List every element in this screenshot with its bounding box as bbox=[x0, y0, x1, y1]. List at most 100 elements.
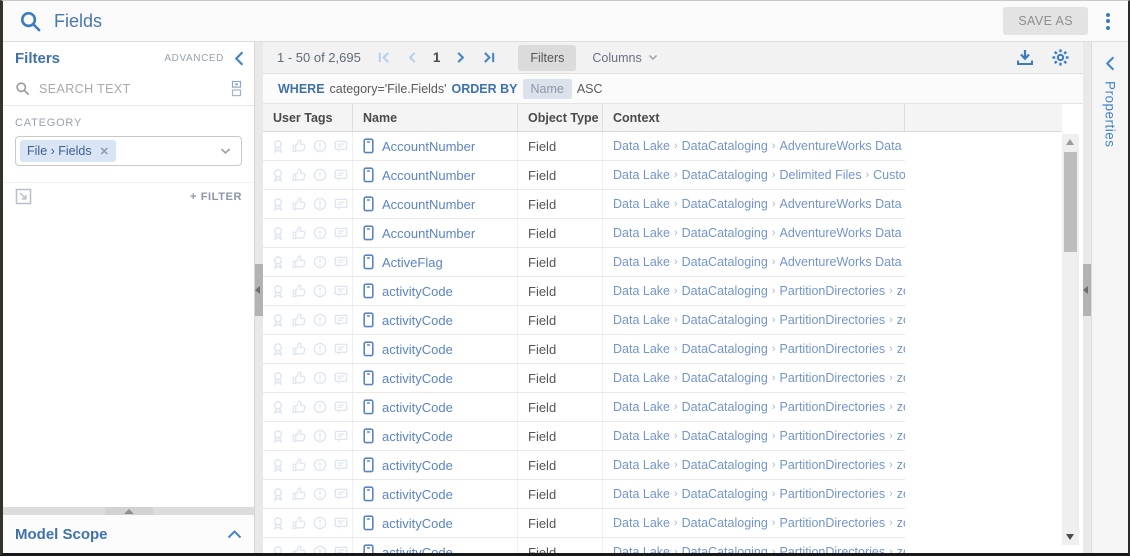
award-icon[interactable] bbox=[271, 313, 285, 327]
comment-icon[interactable] bbox=[334, 545, 348, 553]
table-row[interactable]: AccountNumber Field Data Lake›DataCatalo… bbox=[263, 190, 905, 219]
context-link[interactable]: Data Lake bbox=[613, 458, 670, 472]
context-link[interactable]: Data Lake bbox=[613, 342, 670, 356]
award-icon[interactable] bbox=[271, 342, 285, 356]
context-link[interactable]: Delimited Files bbox=[780, 168, 862, 182]
context-link[interactable]: zone2 bbox=[897, 342, 905, 356]
field-name-link[interactable]: activityCode bbox=[382, 284, 453, 299]
match-squares-icon[interactable] bbox=[231, 80, 242, 97]
context-link[interactable]: DataCataloging bbox=[682, 139, 768, 153]
comment-icon[interactable] bbox=[334, 487, 348, 501]
alert-circle-icon[interactable] bbox=[313, 255, 327, 269]
award-icon[interactable] bbox=[271, 400, 285, 414]
context-link[interactable]: PartitionDirectories bbox=[780, 545, 886, 553]
prev-page-icon[interactable] bbox=[407, 51, 417, 64]
thumbs-up-icon[interactable] bbox=[292, 487, 306, 501]
context-link[interactable]: PartitionDirectories bbox=[780, 371, 886, 385]
chevron-left-icon[interactable] bbox=[1105, 56, 1115, 71]
context-link[interactable]: Data Lake bbox=[613, 400, 670, 414]
table-row[interactable]: activityCode Field Data Lake›DataCatalog… bbox=[263, 480, 905, 509]
thumbs-up-icon[interactable] bbox=[292, 545, 306, 553]
context-link[interactable]: AdventureWorks Data Lake bbox=[780, 255, 906, 269]
comment-icon[interactable] bbox=[334, 458, 348, 472]
chevron-up-icon[interactable] bbox=[227, 530, 242, 539]
table-row[interactable]: activityCode Field Data Lake›DataCatalog… bbox=[263, 364, 905, 393]
context-link[interactable]: PartitionDirectories bbox=[780, 284, 886, 298]
add-filter-button[interactable]: + FILTER bbox=[190, 191, 242, 203]
context-link[interactable]: DataCataloging bbox=[682, 313, 768, 327]
comment-icon[interactable] bbox=[334, 429, 348, 443]
thumbs-up-icon[interactable] bbox=[292, 458, 306, 472]
award-icon[interactable] bbox=[271, 226, 285, 240]
advanced-link[interactable]: ADVANCED bbox=[164, 53, 224, 64]
table-row[interactable]: activityCode Field Data Lake›DataCatalog… bbox=[263, 306, 905, 335]
context-link[interactable]: Data Lake bbox=[613, 487, 670, 501]
context-link[interactable]: DataCataloging bbox=[682, 255, 768, 269]
table-row[interactable]: activityCode Field Data Lake›DataCatalog… bbox=[263, 277, 905, 306]
context-link[interactable]: AdventureWorks Data Lake bbox=[780, 139, 906, 153]
field-name-link[interactable]: AccountNumber bbox=[382, 139, 475, 154]
properties-rail[interactable]: Properties bbox=[1091, 42, 1128, 553]
context-link[interactable]: Data Lake bbox=[613, 371, 670, 385]
thumbs-up-icon[interactable] bbox=[292, 197, 306, 211]
context-link[interactable]: Data Lake bbox=[613, 139, 670, 153]
context-link[interactable]: zone2 bbox=[897, 458, 905, 472]
field-name-link[interactable]: activityCode bbox=[382, 342, 453, 357]
right-panel-resize-handle[interactable] bbox=[1083, 42, 1091, 553]
alert-circle-icon[interactable] bbox=[313, 371, 327, 385]
context-link[interactable]: DataCataloging bbox=[682, 226, 768, 240]
context-link[interactable]: DataCataloging bbox=[682, 545, 768, 553]
category-select[interactable]: File › Fields ✕ bbox=[15, 136, 242, 166]
properties-tab-label[interactable]: Properties bbox=[1103, 81, 1118, 148]
context-link[interactable]: zone2 bbox=[897, 545, 905, 553]
context-link[interactable]: DataCataloging bbox=[682, 197, 768, 211]
comment-icon[interactable] bbox=[334, 197, 348, 211]
alert-circle-icon[interactable] bbox=[313, 429, 327, 443]
context-link[interactable]: Data Lake bbox=[613, 226, 670, 240]
context-link[interactable]: DataCataloging bbox=[682, 168, 768, 182]
columns-dropdown[interactable]: Columns bbox=[592, 51, 657, 65]
context-link[interactable]: Data Lake bbox=[613, 313, 670, 327]
context-link[interactable]: PartitionDirectories bbox=[780, 458, 886, 472]
context-link[interactable]: zone2 bbox=[897, 487, 905, 501]
comment-icon[interactable] bbox=[334, 516, 348, 530]
thumbs-up-icon[interactable] bbox=[292, 226, 306, 240]
comment-icon[interactable] bbox=[334, 139, 348, 153]
context-link[interactable]: Data Lake bbox=[613, 429, 670, 443]
field-name-link[interactable]: activityCode bbox=[382, 545, 453, 554]
context-link[interactable]: DataCataloging bbox=[682, 458, 768, 472]
context-link[interactable]: Data Lake bbox=[613, 516, 670, 530]
alert-circle-icon[interactable] bbox=[313, 458, 327, 472]
scroll-down-icon[interactable] bbox=[1066, 534, 1074, 540]
thumbs-up-icon[interactable] bbox=[292, 139, 306, 153]
alert-circle-icon[interactable] bbox=[313, 226, 327, 240]
next-page-icon[interactable] bbox=[456, 51, 466, 64]
alert-circle-icon[interactable] bbox=[313, 516, 327, 530]
award-icon[interactable] bbox=[271, 487, 285, 501]
alert-circle-icon[interactable] bbox=[313, 168, 327, 182]
award-icon[interactable] bbox=[271, 255, 285, 269]
table-row[interactable]: AccountNumber Field Data Lake›DataCatalo… bbox=[263, 219, 905, 248]
context-link[interactable]: PartitionDirectories bbox=[780, 516, 886, 530]
context-link[interactable]: zone2 bbox=[897, 516, 905, 530]
save-as-button[interactable]: SAVE AS bbox=[1003, 7, 1088, 35]
kebab-menu-icon[interactable] bbox=[1098, 9, 1118, 34]
context-link[interactable]: PartitionDirectories bbox=[780, 487, 886, 501]
context-link[interactable]: Data Lake bbox=[613, 255, 670, 269]
context-link[interactable]: PartitionDirectories bbox=[780, 342, 886, 356]
field-name-link[interactable]: AccountNumber bbox=[382, 197, 475, 212]
award-icon[interactable] bbox=[271, 284, 285, 298]
context-link[interactable]: DataCataloging bbox=[682, 487, 768, 501]
context-link[interactable]: Data Lake bbox=[613, 168, 670, 182]
model-scope-section[interactable]: Model Scope bbox=[3, 515, 254, 553]
table-row[interactable]: activityCode Field Data Lake›DataCatalog… bbox=[263, 538, 905, 553]
context-link[interactable]: zone2 bbox=[897, 429, 905, 443]
current-page-number[interactable]: 1 bbox=[433, 50, 441, 65]
alert-circle-icon[interactable] bbox=[313, 313, 327, 327]
context-link[interactable]: DataCataloging bbox=[682, 371, 768, 385]
column-header-context[interactable]: Context bbox=[603, 104, 905, 131]
last-page-icon[interactable] bbox=[482, 51, 496, 64]
context-link[interactable]: zone2 bbox=[897, 313, 905, 327]
context-link[interactable]: Data Lake bbox=[613, 284, 670, 298]
search-text-input[interactable]: SEARCH TEXT bbox=[3, 72, 254, 106]
